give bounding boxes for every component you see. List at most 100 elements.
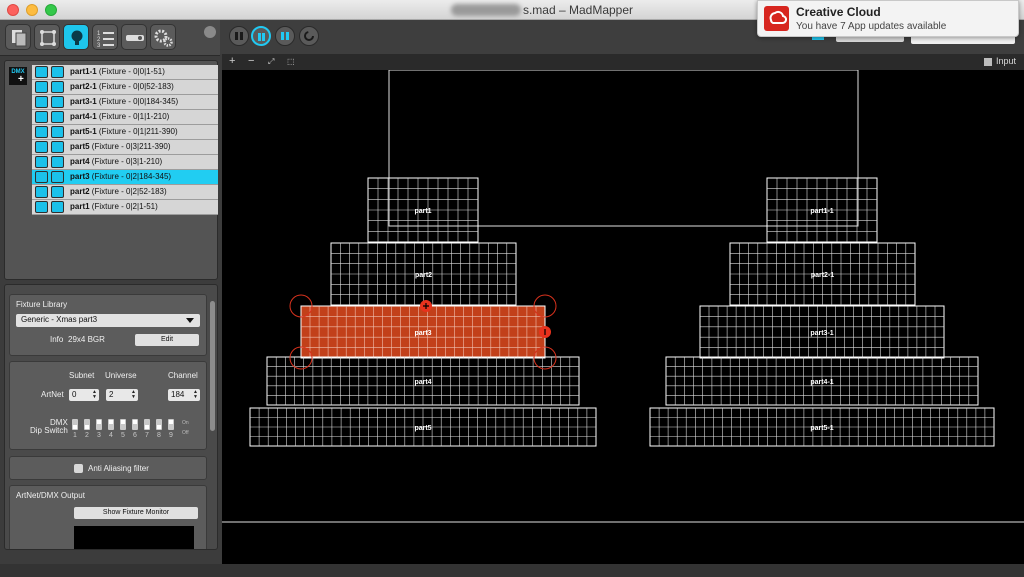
creative-cloud-notification[interactable]: Creative Cloud You have 7 App updates av… xyxy=(757,0,1019,37)
play-mode-button[interactable] xyxy=(251,26,271,46)
fixture-canvas-label: part1 xyxy=(414,208,431,215)
zoom-in-icon[interactable]: + xyxy=(229,55,235,67)
fixture-row[interactable]: part2-1 (Fixture - 0|0|52-183) xyxy=(32,80,218,95)
dip-switch[interactable] xyxy=(72,419,78,430)
fixture-row[interactable]: part4-1 (Fixture - 0|1|1-210) xyxy=(32,110,218,125)
visibility-toggle[interactable] xyxy=(35,156,48,168)
expand-arrow-icon[interactable] xyxy=(204,26,216,38)
solo-toggle[interactable] xyxy=(51,81,64,93)
solo-toggle[interactable] xyxy=(51,171,64,183)
fixture-grid[interactable]: part5 xyxy=(249,407,597,447)
fixture-grid[interactable]: part3-1 xyxy=(699,305,945,359)
surfaces-tab-button[interactable] xyxy=(5,24,31,50)
preview-mode-button[interactable] xyxy=(275,26,295,46)
dip-knob xyxy=(169,420,173,424)
anti-aliasing-group: Anti Aliasing filter xyxy=(9,456,207,480)
dip-number: 2 xyxy=(85,432,89,439)
creative-cloud-icon xyxy=(764,6,789,31)
dip-switch[interactable] xyxy=(84,419,90,430)
fixture-grid[interactable]: part3 xyxy=(300,305,546,359)
mapping-viewport[interactable]: part1 part2 part3 part4 part5 part1-1 part2-1 p… xyxy=(222,70,1024,564)
dip-switch[interactable] xyxy=(168,419,174,430)
dip-switch[interactable] xyxy=(144,419,150,430)
channel-label: Channel xyxy=(168,371,198,380)
solo-toggle[interactable] xyxy=(51,126,64,138)
visibility-toggle[interactable] xyxy=(35,126,48,138)
dip-switch[interactable] xyxy=(120,419,126,430)
dip-number: 3 xyxy=(97,432,101,439)
output-tab-button[interactable] xyxy=(121,24,147,50)
madmapper-window: s.mad – MadMapper 123 Creative Cloud You… xyxy=(0,0,1024,577)
properties-scrollbar[interactable] xyxy=(210,301,215,431)
anti-aliasing-label: Anti Aliasing filter xyxy=(88,464,149,473)
artnet-output-heading: ArtNet/DMX Output xyxy=(16,491,85,500)
anti-aliasing-checkbox[interactable] xyxy=(74,464,83,473)
visibility-toggle[interactable] xyxy=(35,186,48,198)
dip-switch[interactable] xyxy=(96,419,102,430)
preferences-tab-button[interactable] xyxy=(150,24,176,50)
solo-toggle[interactable] xyxy=(51,186,64,198)
fixture-grid[interactable]: part1-1 xyxy=(766,177,878,243)
fixture-row[interactable]: part1 (Fixture - 0|2|1-51) xyxy=(32,200,218,215)
fixture-grid[interactable]: part4 xyxy=(266,356,580,406)
dip-knob xyxy=(97,420,101,424)
visibility-toggle[interactable] xyxy=(35,96,48,108)
show-fixture-monitor-button[interactable]: Show Fixture Monitor xyxy=(74,507,198,519)
select-area-icon[interactable]: ⬚ xyxy=(287,57,295,66)
dip-switch[interactable] xyxy=(132,419,138,430)
mapping-canvas[interactable]: part1 part2 part3 part4 part5 part1-1 part2-1 p… xyxy=(222,70,1024,564)
visibility-toggle[interactable] xyxy=(35,171,48,183)
fixture-grid[interactable]: part4-1 xyxy=(665,356,979,406)
fixture-row[interactable]: part3-1 (Fixture - 0|0|184-345) xyxy=(32,95,218,110)
fixture-row[interactable]: part1-1 (Fixture - 0|0|1-51) xyxy=(32,65,218,80)
visibility-toggle[interactable] xyxy=(35,141,48,153)
dip-switch[interactable] xyxy=(108,419,114,430)
mapping-tab-button[interactable] xyxy=(34,24,60,50)
visibility-toggle[interactable] xyxy=(35,66,48,78)
dip-switch[interactable] xyxy=(156,419,162,430)
visibility-toggle[interactable] xyxy=(35,111,48,123)
dip-knob xyxy=(157,425,161,429)
fixture-row[interactable]: part5 (Fixture - 0|3|211-390) xyxy=(32,140,218,155)
fixture-row[interactable]: part3 (Fixture - 0|2|184-345) xyxy=(32,170,218,185)
fixture-grid[interactable]: part1 xyxy=(367,177,479,243)
channel-stepper[interactable]: 184 ▲ ▼ xyxy=(168,389,200,401)
subnet-label: Subnet xyxy=(69,371,95,380)
refresh-button[interactable] xyxy=(299,26,319,46)
fixture-row[interactable]: part4 (Fixture - 0|3|1-210) xyxy=(32,155,218,170)
universe-stepper[interactable]: 2 ▲ ▼ xyxy=(106,389,138,401)
fixture-library-select[interactable]: Generic - Xmas part3 xyxy=(16,314,200,327)
input-label: Input xyxy=(996,56,1017,66)
fixtures-tab-button[interactable] xyxy=(63,24,89,50)
fixture-grid[interactable]: part2 xyxy=(330,242,517,306)
status-bar xyxy=(0,564,1024,577)
solo-toggle[interactable] xyxy=(51,201,64,213)
subnet-stepper[interactable]: 0 ▲ ▼ xyxy=(69,389,99,401)
numbered-list-icon: 123 xyxy=(97,31,114,48)
add-dmx-fixture-icon[interactable]: DMX + xyxy=(9,67,27,85)
visibility-toggle[interactable] xyxy=(35,201,48,213)
fixture-grid[interactable]: part2-1 xyxy=(729,242,916,306)
fixture-row-label: part4 (Fixture - 0|3|1-210) xyxy=(70,157,163,166)
solo-toggle[interactable] xyxy=(51,96,64,108)
artnet-group: Subnet Universe Channel ArtNet 0 ▲ ▼ 2 ▲ ▼ 1… xyxy=(9,361,207,450)
visibility-toggle[interactable] xyxy=(35,81,48,93)
solo-toggle[interactable] xyxy=(51,111,64,123)
redacted-filename xyxy=(450,4,521,16)
dip-number: 4 xyxy=(109,432,113,439)
left-toolbar: 123 xyxy=(0,20,220,56)
solo-toggle[interactable] xyxy=(51,66,64,78)
zoom-out-icon[interactable]: − xyxy=(248,55,254,67)
edit-button[interactable]: Edit xyxy=(135,334,199,346)
cues-tab-button[interactable]: 123 xyxy=(92,24,118,50)
solo-toggle[interactable] xyxy=(51,156,64,168)
fixture-grid[interactable]: part5-1 xyxy=(649,407,995,447)
input-toggle-checkbox[interactable] xyxy=(984,58,992,66)
fixture-row[interactable]: part5-1 (Fixture - 0|1|211-390) xyxy=(32,125,218,140)
fit-view-icon[interactable]: ⤢ xyxy=(268,57,274,67)
pause-button[interactable] xyxy=(229,26,249,46)
solo-toggle[interactable] xyxy=(51,141,64,153)
fixture-row[interactable]: part2 (Fixture - 0|2|52-183) xyxy=(32,185,218,200)
quad-warp-icon xyxy=(40,30,56,46)
fixture-row-label: part4-1 (Fixture - 0|1|1-210) xyxy=(70,112,170,121)
